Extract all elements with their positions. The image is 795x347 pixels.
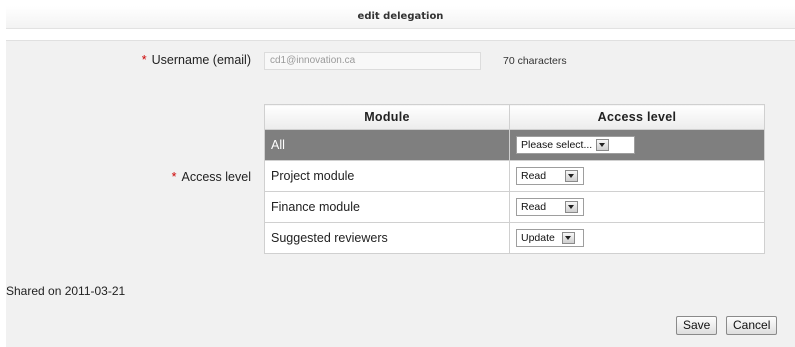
access-select-cell: Read — [509, 191, 765, 223]
access-level-label: Access level — [181, 170, 251, 184]
select-value: Please select... — [521, 139, 593, 151]
username-label: Username (email) — [151, 53, 251, 67]
select-value: Update — [521, 232, 555, 244]
access-level-column-header: Access level — [509, 104, 765, 130]
character-count: 70 characters — [503, 55, 567, 67]
access-level-select-all[interactable]: Please select... — [516, 136, 635, 154]
access-level-label-row: * Access level — [172, 170, 251, 184]
save-button[interactable]: Save — [676, 316, 718, 335]
access-level-select-reviewers[interactable]: Update — [516, 229, 584, 247]
access-select-cell: Read — [509, 160, 765, 192]
module-name: All — [264, 129, 510, 161]
module-name: Suggested reviewers — [264, 222, 510, 254]
dropdown-arrow-icon[interactable] — [562, 232, 575, 244]
required-marker: * — [171, 170, 177, 184]
username-email-field[interactable]: cd1@innovation.ca — [264, 52, 481, 70]
dialog-title: edit delegation — [357, 11, 444, 22]
dropdown-arrow-icon[interactable] — [565, 170, 578, 182]
table-row-all: All Please select... — [264, 129, 765, 161]
access-level-table: Module Access level All Please select...… — [264, 104, 765, 254]
select-value: Read — [521, 170, 547, 182]
access-select-cell: Update — [509, 222, 765, 254]
module-name: Project module — [264, 160, 510, 192]
access-level-select-finance[interactable]: Read — [516, 198, 584, 216]
table-row-project-module: Project module Read — [264, 160, 765, 192]
cancel-button[interactable]: Cancel — [726, 316, 778, 335]
module-name: Finance module — [264, 191, 510, 223]
select-value: Read — [521, 201, 547, 213]
table-row-suggested-reviewers: Suggested reviewers Update — [264, 222, 765, 254]
dropdown-arrow-icon[interactable] — [565, 201, 578, 213]
table-header-row: Module Access level — [264, 104, 765, 130]
dropdown-arrow-icon[interactable] — [596, 139, 610, 151]
required-marker: * — [141, 53, 147, 67]
module-column-header: Module — [264, 104, 510, 130]
username-label-row: * Username (email) — [142, 53, 251, 67]
access-select-cell: Please select... — [509, 129, 765, 161]
shared-on-date: Shared on 2011-03-21 — [6, 284, 126, 298]
table-row-finance-module: Finance module Read — [264, 191, 765, 223]
dialog-title-bar: edit delegation — [6, 6, 795, 29]
access-level-select-project[interactable]: Read — [516, 167, 584, 185]
